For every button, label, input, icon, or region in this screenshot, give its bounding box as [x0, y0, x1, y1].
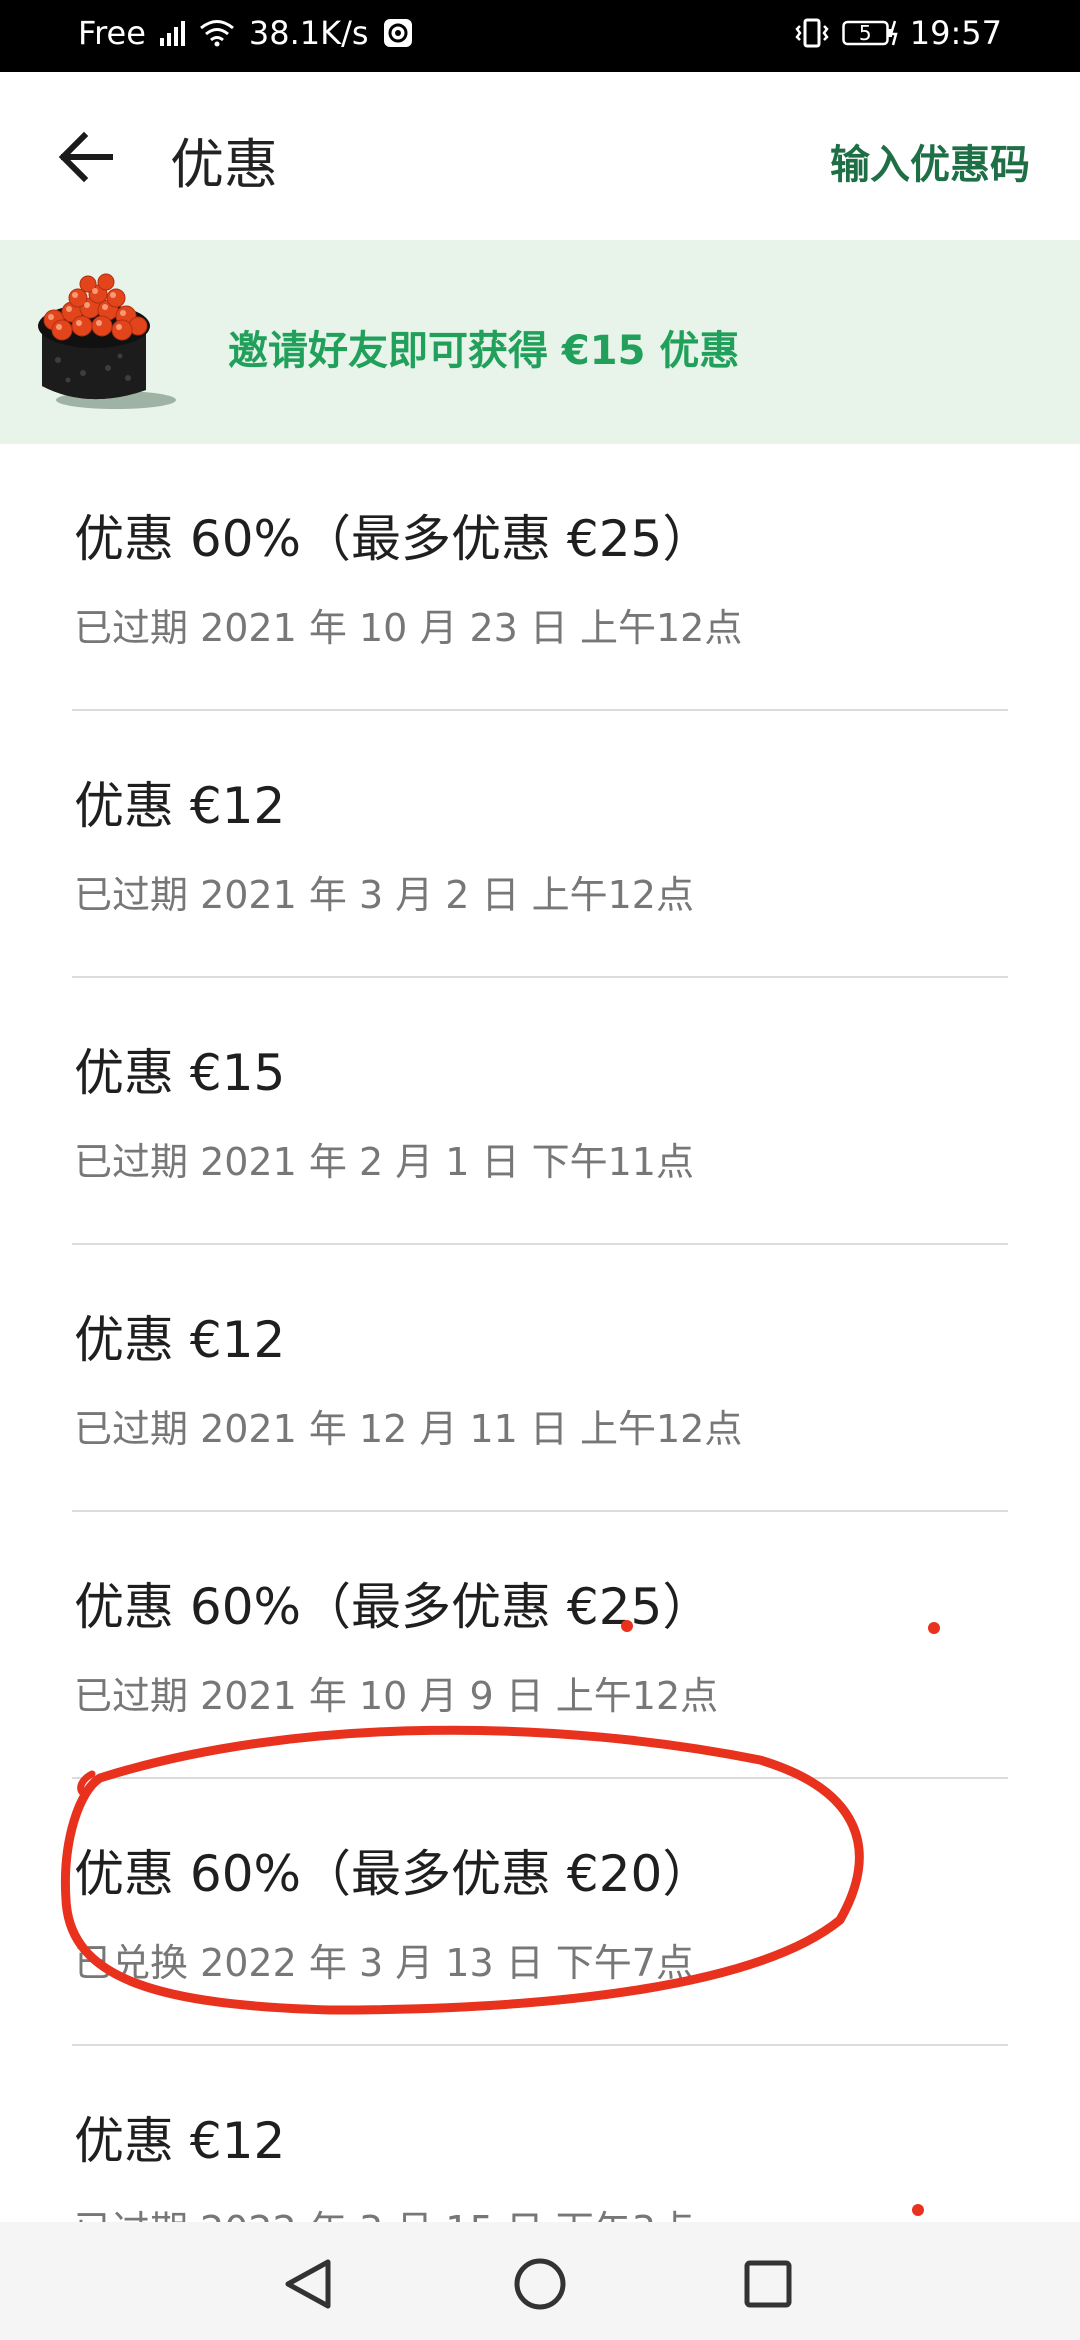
status-bar: Free 38.1K/s 5 19:57	[0, 0, 1080, 72]
promo-list: 优惠 60%（最多优惠 €25） 已过期 2021 年 10 月 23 日 上午…	[0, 444, 1080, 2313]
signal-icon	[159, 20, 185, 46]
vibrate-icon	[794, 18, 830, 48]
home-circle-icon[interactable]	[500, 2244, 580, 2324]
promo-item[interactable]: 优惠 €15 已过期 2021 年 2 月 1 日 下午11点	[0, 978, 1080, 1245]
promo-status: 已过期 2021 年 10 月 9 日 上午12点	[74, 1674, 719, 1718]
promo-title: 优惠 €12	[74, 1311, 286, 1369]
battery-level: 5	[858, 21, 872, 45]
promo-status: 已过期 2021 年 10 月 23 日 上午12点	[74, 606, 743, 650]
promo-status: 已过期 2021 年 3 月 2 日 上午12点	[74, 873, 694, 917]
promo-title: 优惠 60%（最多优惠 €20）	[74, 1845, 713, 1903]
net-speed: 38.1K/s	[248, 14, 369, 52]
page-title: 优惠	[170, 133, 278, 196]
promo-item[interactable]: 优惠 60%（最多优惠 €25） 已过期 2021 年 10 月 9 日 上午1…	[0, 1512, 1080, 1779]
battery-icon: 5	[842, 19, 898, 47]
enter-promo-code-button[interactable]: 输入优惠码	[830, 132, 1030, 190]
promo-status: 已过期 2021 年 2 月 1 日 下午11点	[74, 1140, 694, 1184]
promo-item-redeemed[interactable]: 优惠 60%（最多优惠 €20） 已兑换 2022 年 3 月 13 日 下午7…	[0, 1779, 1080, 2046]
invite-friends-text: 邀请好友即可获得 €15 优惠	[228, 328, 740, 374]
sushi-icon	[28, 268, 188, 418]
promo-status: 已过期 2021 年 12 月 11 日 上午12点	[74, 1407, 743, 1451]
system-nav-bar	[0, 2222, 1080, 2340]
promo-title: 优惠 60%（最多优惠 €25）	[74, 510, 713, 568]
clock: 19:57	[909, 14, 1002, 52]
back-triangle-icon[interactable]	[270, 2244, 350, 2324]
invite-friends-banner[interactable]: 邀请好友即可获得 €15 优惠	[0, 240, 1080, 444]
promo-title: 优惠 €12	[74, 2112, 286, 2170]
promo-status: 已兑换 2022 年 3 月 13 日 下午7点	[74, 1941, 694, 1985]
carrier-label: Free	[78, 14, 146, 52]
promo-item[interactable]: 优惠 60%（最多优惠 €25） 已过期 2021 年 10 月 23 日 上午…	[0, 444, 1080, 711]
app-bar: 优惠 输入优惠码	[0, 72, 1080, 240]
promo-title: 优惠 60%（最多优惠 €25）	[74, 1578, 713, 1636]
promo-title: 优惠 €15	[74, 1044, 286, 1102]
arrow-left-icon[interactable]	[52, 122, 122, 192]
promo-item[interactable]: 优惠 €12 已过期 2021 年 12 月 11 日 上午12点	[0, 1245, 1080, 1512]
promo-title: 优惠 €12	[74, 777, 286, 835]
vpn-icon	[383, 18, 413, 48]
wifi-icon	[199, 19, 235, 47]
promo-item[interactable]: 优惠 €12 已过期 2021 年 3 月 2 日 上午12点	[0, 711, 1080, 978]
recents-square-icon[interactable]	[728, 2244, 808, 2324]
